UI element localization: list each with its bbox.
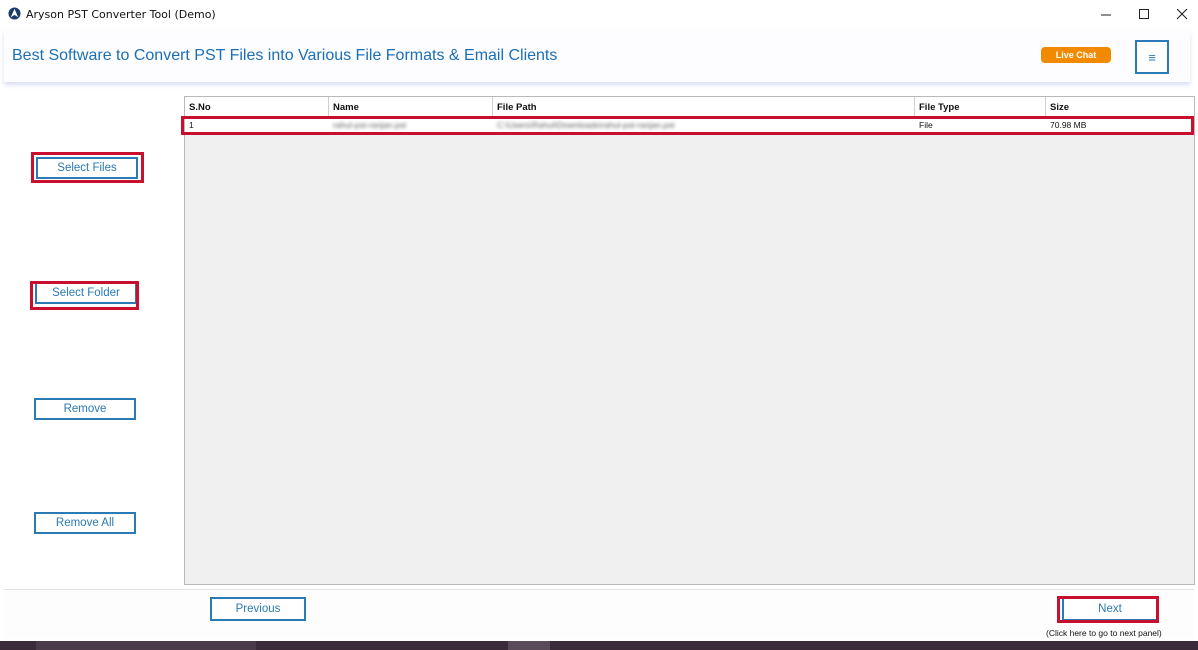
column-header-file-type[interactable]: File Type: [915, 97, 1046, 117]
previous-button[interactable]: Previous: [210, 597, 306, 621]
column-header-file-path[interactable]: File Path: [493, 97, 915, 117]
hamburger-menu-icon: ≡: [1148, 49, 1156, 65]
footer-bar: Previous Next (Click here to go to next …: [4, 589, 1194, 639]
taskbar-item[interactable]: [36, 641, 256, 650]
file-table[interactable]: S.No Name File Path File Type Size 1 rah…: [184, 96, 1195, 585]
header-title: Best Software to Convert PST Files into …: [12, 47, 558, 64]
live-chat-button[interactable]: Live Chat: [1041, 47, 1111, 63]
taskbar-item[interactable]: [508, 641, 550, 650]
column-header-size[interactable]: Size: [1046, 97, 1194, 117]
next-button-highlight: [1057, 596, 1159, 623]
column-header-name[interactable]: Name: [329, 97, 493, 117]
minimize-button[interactable]: [1094, 4, 1118, 24]
maximize-button[interactable]: [1132, 4, 1156, 24]
taskbar: [0, 641, 1198, 650]
minimize-icon: [1100, 14, 1111, 15]
remove-all-button[interactable]: Remove All: [34, 512, 136, 534]
close-button[interactable]: [1170, 4, 1194, 24]
table-header: S.No Name File Path File Type Size: [185, 97, 1194, 117]
title-bar: Aryson PST Converter Tool (Demo): [0, 0, 1198, 28]
window-title: Aryson PST Converter Tool (Demo): [26, 8, 216, 21]
maximize-icon: [1138, 8, 1149, 19]
menu-button[interactable]: ≡: [1135, 40, 1169, 74]
app-logo-icon: [8, 7, 21, 20]
select-files-highlight: [31, 152, 144, 183]
table-row-highlight: [181, 116, 1194, 135]
remove-button[interactable]: Remove: [34, 398, 136, 420]
select-folder-highlight: [30, 281, 139, 310]
next-hint-text: (Click here to go to next panel): [1046, 628, 1162, 638]
column-header-sno[interactable]: S.No: [185, 97, 329, 117]
app-window: Aryson PST Converter Tool (Demo) Best So…: [0, 0, 1198, 650]
close-icon: [1176, 8, 1187, 19]
header-banner: Best Software to Convert PST Files into …: [4, 30, 1190, 82]
